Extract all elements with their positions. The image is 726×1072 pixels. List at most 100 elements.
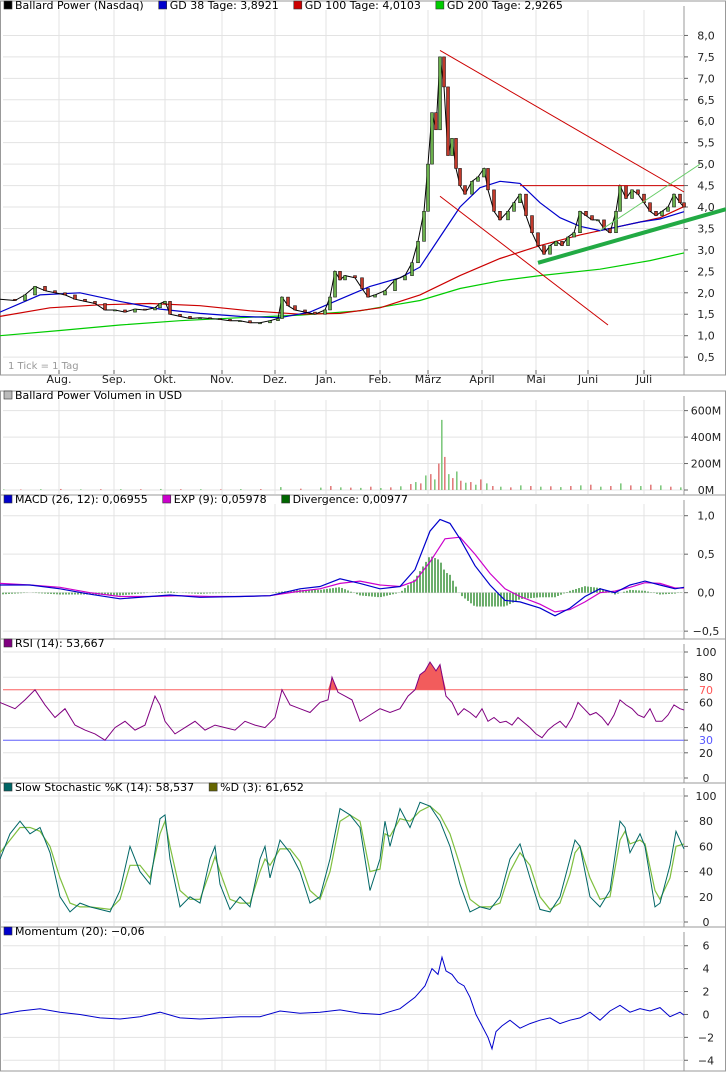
macd-legend-label-0: MACD (26, 12): 0,06955 xyxy=(15,493,148,506)
volume-bar xyxy=(480,479,482,490)
volume-bar xyxy=(620,483,622,490)
price-candle xyxy=(566,236,570,246)
price-candle xyxy=(682,202,686,208)
price-month-label-4: Dez. xyxy=(263,373,288,386)
price-candle xyxy=(403,275,407,281)
volume-bar xyxy=(3,489,5,490)
rsi-tick-label-6: 80 xyxy=(699,671,713,684)
volume-bar xyxy=(492,486,494,490)
volume-bar xyxy=(20,489,22,490)
volume-bar xyxy=(475,484,477,490)
volume-bar xyxy=(630,485,632,490)
price-month-label-0: Aug. xyxy=(47,373,72,386)
momentum-tick-label-3: 2 xyxy=(703,986,710,999)
price-candle xyxy=(133,308,137,313)
stochastic-panel: 020406080100Slow Stochastic %K (14): 58,… xyxy=(0,781,726,929)
price-candle xyxy=(426,163,430,212)
price-candle xyxy=(463,185,467,195)
volume-bar xyxy=(680,487,682,490)
stochastic-tick-label-1: 20 xyxy=(699,891,713,904)
macd-tick-label-2: 0,5 xyxy=(697,548,715,561)
price-candle xyxy=(422,211,426,242)
price-tick-label-8: 4,5 xyxy=(697,180,715,193)
stochastic-tick-label-5: 100 xyxy=(696,790,717,803)
price-candle xyxy=(23,294,27,301)
price-candle xyxy=(430,112,434,165)
volume-legend-swatch xyxy=(3,390,13,400)
volume-bar xyxy=(120,489,122,490)
macd-legend-swatch-2 xyxy=(281,494,290,504)
momentum-tick-label-5: 6 xyxy=(703,940,710,953)
volume-bar xyxy=(434,479,436,490)
price-note: 1 Tick = 1 Tag xyxy=(8,361,79,372)
price-candle xyxy=(268,320,272,324)
price-candle xyxy=(323,309,327,315)
price-candle xyxy=(280,296,284,319)
volume-bar xyxy=(660,485,662,490)
price-candle xyxy=(248,320,252,324)
price-candle xyxy=(614,211,618,233)
volume-title: Ballard Power Volumen in USD xyxy=(15,389,182,402)
price-legend-swatch-3 xyxy=(435,0,445,10)
price-candle xyxy=(83,298,87,302)
price-month-label-5: Jan. xyxy=(315,373,336,386)
volume-bar xyxy=(40,489,42,490)
rsi-tick-label-5: 70 xyxy=(699,684,713,697)
price-tick-label-5: 3,0 xyxy=(697,244,715,257)
price-candle xyxy=(178,313,182,317)
price-candle xyxy=(360,277,364,289)
volume-bar xyxy=(420,483,422,490)
price-candle xyxy=(454,138,458,169)
price-candle xyxy=(410,262,414,276)
stochastic-tick-label-2: 40 xyxy=(699,866,713,879)
rsi-panel: 0203040607080100RSI (14): 53,667 xyxy=(0,637,726,785)
momentum-legend-label-0: Momentum (20): −0,06 xyxy=(15,925,145,938)
volume-bar xyxy=(530,486,532,490)
volume-bar xyxy=(486,483,488,490)
volume-bar xyxy=(520,485,522,490)
price-candle xyxy=(333,271,337,298)
volume-bar xyxy=(510,487,512,490)
price-candle xyxy=(438,56,442,131)
volume-bar xyxy=(465,482,467,490)
stochastic-tick-label-3: 60 xyxy=(699,840,713,853)
volume-bar xyxy=(590,484,592,490)
volume-bar xyxy=(80,489,82,490)
volume-bar xyxy=(260,489,262,490)
rsi-tick-label-7: 100 xyxy=(696,646,717,659)
price-candle xyxy=(338,271,342,281)
price-candle xyxy=(584,211,588,216)
rsi-tick-label-1: 20 xyxy=(699,747,713,760)
price-candle xyxy=(554,241,558,246)
volume-bar xyxy=(140,489,142,490)
price-tick-label-0: 0,5 xyxy=(697,351,715,364)
rsi-tick-label-4: 60 xyxy=(699,696,713,709)
stochastic-legend-swatch-0 xyxy=(3,782,13,792)
price-candle xyxy=(518,193,522,203)
price-candle xyxy=(93,301,97,304)
macd-legend-swatch-0 xyxy=(3,494,13,504)
macd-panel: −0,5 0,0 0,5 1,0 MACD (26, 12): 0,06955 EXP (… xyxy=(0,493,726,641)
price-tick-label-4: 2,5 xyxy=(697,265,715,278)
macd-tick-label-0: −0,5 xyxy=(693,625,720,638)
price-candle xyxy=(578,211,582,233)
price-candle xyxy=(636,189,640,195)
volume-bar xyxy=(280,487,282,490)
price-candle xyxy=(188,316,192,319)
price-candle xyxy=(163,301,167,304)
price-candle xyxy=(434,112,438,131)
price-candle xyxy=(353,275,357,279)
momentum-panel: −4 −2 0 2 4 6 Momentum (20): −0,06 xyxy=(0,925,726,1072)
price-candle xyxy=(596,219,600,222)
price-tick-label-6: 3,5 xyxy=(697,222,715,235)
price-candle xyxy=(113,309,117,312)
price-candle xyxy=(208,317,212,319)
stochastic-legend-label-1: %D (3): 61,652 xyxy=(220,781,304,794)
volume-frame xyxy=(0,390,726,496)
volume-bar xyxy=(438,463,440,490)
volume-bar xyxy=(370,486,372,490)
price-candle xyxy=(506,211,510,221)
price-tick-label-13: 7,0 xyxy=(697,72,715,85)
stock-chart: 0,51,01,52,02,53,03,54,04,55,05,56,06,57… xyxy=(0,0,726,1072)
price-candle xyxy=(442,56,446,88)
